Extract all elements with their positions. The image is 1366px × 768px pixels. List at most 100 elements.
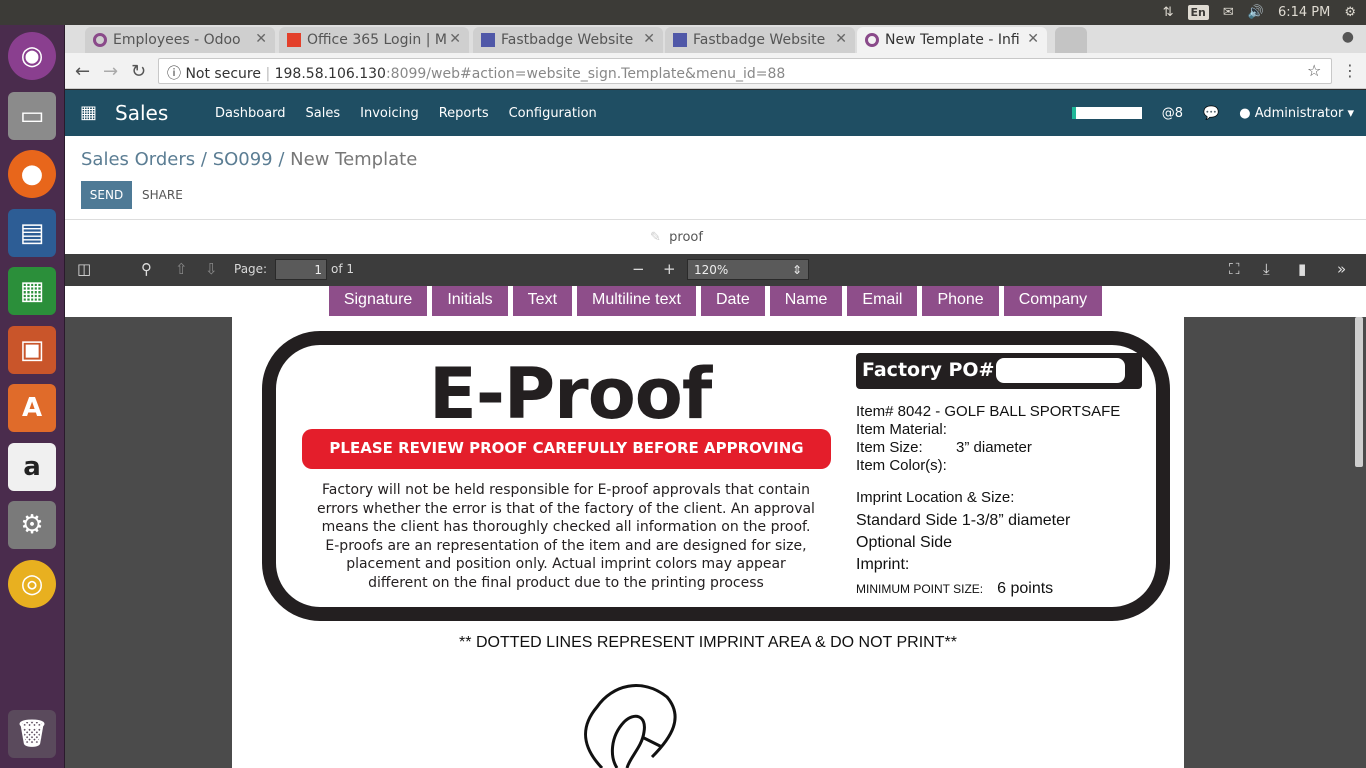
browser-toolbar: ← → ↻ ⓘ Not secure | 198.58.106.130:8099… bbox=[65, 53, 1366, 89]
template-title-bar: ✎ proof bbox=[65, 220, 1366, 254]
browser-tab[interactable]: Office 365 Login | M ✕ bbox=[279, 27, 469, 53]
field-email[interactable]: Email bbox=[847, 286, 918, 316]
optional-side: Optional Side bbox=[856, 534, 953, 551]
page-number-input[interactable]: 1 bbox=[275, 259, 327, 280]
office-favicon-icon bbox=[287, 33, 301, 47]
previous-page-icon[interactable]: ⇧ bbox=[175, 260, 188, 278]
ubuntu-logo-icon[interactable]: ◉ bbox=[8, 32, 56, 80]
forward-icon[interactable]: → bbox=[103, 61, 118, 82]
odoo-favicon-icon bbox=[865, 33, 879, 47]
golf-tee-drawing-icon bbox=[584, 684, 677, 768]
profile-icon[interactable]: ● bbox=[1342, 29, 1354, 45]
pdf-page[interactable]: E-Proof PLEASE REVIEW PROOF CAREFULLY BE… bbox=[232, 317, 1184, 768]
field-type-bar: Signature Initials Text Multiline text D… bbox=[65, 286, 1366, 317]
template-name[interactable]: proof bbox=[669, 230, 703, 245]
teams-favicon-icon bbox=[481, 33, 495, 47]
avatar: ● bbox=[1239, 105, 1251, 121]
menu-dashboard[interactable]: Dashboard bbox=[215, 106, 286, 121]
volume-icon[interactable]: 🔊 bbox=[1248, 5, 1264, 20]
menu-sales[interactable]: Sales bbox=[306, 106, 341, 121]
pdf-scrollbar[interactable] bbox=[1354, 317, 1364, 768]
browser-tab-active[interactable]: New Template - Infi ✕ bbox=[857, 27, 1047, 53]
more-tools-icon[interactable]: » bbox=[1337, 260, 1346, 278]
field-initials[interactable]: Initials bbox=[432, 286, 508, 316]
mentions-counter[interactable]: @8 bbox=[1162, 106, 1183, 121]
imprint-label: Imprint: bbox=[856, 556, 910, 573]
field-date[interactable]: Date bbox=[700, 286, 765, 316]
close-tab-icon[interactable]: ✕ bbox=[1027, 31, 1039, 47]
sidebar-toggle-icon[interactable]: ◫ bbox=[77, 260, 91, 278]
network-icon[interactable]: ⇅ bbox=[1163, 5, 1174, 20]
browser-tab[interactable]: Fastbadge Website ✕ bbox=[473, 27, 663, 53]
app-name[interactable]: Sales bbox=[115, 101, 168, 125]
calc-icon[interactable]: ▦ bbox=[8, 267, 56, 315]
user-menu[interactable]: ● Administrator ▾ bbox=[1239, 106, 1354, 121]
info-icon[interactable]: ⓘ bbox=[167, 66, 181, 82]
settings-icon[interactable]: ⚙ bbox=[8, 501, 56, 549]
menu-reports[interactable]: Reports bbox=[439, 106, 489, 121]
next-page-icon[interactable]: ⇩ bbox=[205, 260, 218, 278]
menu-invoicing[interactable]: Invoicing bbox=[360, 106, 419, 121]
send-button[interactable]: SEND bbox=[81, 181, 132, 209]
field-name[interactable]: Name bbox=[769, 286, 843, 316]
field-company[interactable]: Company bbox=[1003, 286, 1103, 316]
fullscreen-icon[interactable]: ⛶ bbox=[1229, 260, 1240, 278]
item-color: Item Color(s): bbox=[856, 457, 947, 474]
factory-po-field bbox=[996, 358, 1125, 383]
pencil-icon[interactable]: ✎ bbox=[650, 230, 661, 245]
dotted-lines-note: ** DOTTED LINES REPRESENT IMPRINT AREA &… bbox=[459, 634, 957, 651]
field-signature[interactable]: Signature bbox=[328, 286, 428, 316]
language-indicator[interactable]: En bbox=[1187, 5, 1209, 20]
review-banner: PLEASE REVIEW PROOF CAREFULLY BEFORE APP… bbox=[302, 429, 831, 469]
impress-icon[interactable]: ▣ bbox=[8, 326, 56, 374]
field-multiline-text[interactable]: Multiline text bbox=[577, 286, 696, 316]
breadcrumb-sales-orders[interactable]: Sales Orders bbox=[81, 149, 195, 170]
menu-icon[interactable]: ⋮ bbox=[1342, 61, 1358, 80]
url-bar[interactable]: ⓘ Not secure | 198.58.106.130:8099/web#a… bbox=[158, 58, 1332, 84]
security-status: Not secure bbox=[185, 66, 261, 82]
scrollbar-thumb[interactable] bbox=[1355, 317, 1363, 467]
new-tab-button[interactable] bbox=[1055, 27, 1087, 53]
zoom-in-icon[interactable]: + bbox=[663, 260, 676, 278]
item-details: Item# 8042 - GOLF BALL SPORTSAFE Item Ma… bbox=[856, 403, 1120, 598]
chat-icon[interactable]: 💬 bbox=[1203, 106, 1219, 121]
zoom-out-icon[interactable]: − bbox=[632, 260, 645, 278]
bookmark-star-icon[interactable]: ☆ bbox=[1307, 61, 1321, 80]
files-icon[interactable]: ▭ bbox=[8, 92, 56, 140]
breadcrumb-so099[interactable]: SO099 bbox=[213, 149, 273, 170]
imprint-location: Imprint Location & Size: bbox=[856, 489, 1015, 506]
reload-icon[interactable]: ↻ bbox=[131, 61, 146, 82]
firefox-icon[interactable]: ● bbox=[8, 150, 56, 198]
chrome-icon[interactable]: ◎ bbox=[8, 560, 56, 608]
browser-tab[interactable]: Employees - Odoo ✕ bbox=[85, 27, 275, 53]
back-icon[interactable]: ← bbox=[75, 61, 90, 82]
menu-configuration[interactable]: Configuration bbox=[509, 106, 597, 121]
breadcrumb-current: New Template bbox=[290, 149, 418, 170]
software-center-icon[interactable]: A bbox=[8, 384, 56, 432]
disclaimer-text: Factory will not be held responsible for… bbox=[317, 482, 815, 591]
field-text[interactable]: Text bbox=[512, 286, 573, 316]
share-button[interactable]: SHARE bbox=[142, 188, 183, 202]
eproof-heading: E-Proof bbox=[429, 353, 712, 435]
trash-icon[interactable]: 🗑 bbox=[8, 710, 56, 758]
mail-icon[interactable]: ✉ bbox=[1223, 5, 1234, 20]
close-tab-icon[interactable]: ✕ bbox=[643, 31, 655, 47]
apps-grid-icon[interactable]: ▦ bbox=[80, 102, 97, 123]
factory-po-box: Factory PO#: bbox=[856, 353, 1142, 389]
bookmark-icon[interactable]: ▮ bbox=[1298, 260, 1306, 278]
standard-side: Standard Side 1-3/8” diameter bbox=[856, 512, 1071, 529]
close-tab-icon[interactable]: ✕ bbox=[255, 31, 267, 47]
amazon-icon[interactable]: a bbox=[8, 443, 56, 491]
search-icon[interactable]: ⚲ bbox=[141, 260, 152, 278]
system-top-bar: ⇅ En ✉ 🔊 6:14 PM ⚙ bbox=[0, 0, 1366, 25]
close-tab-icon[interactable]: ✕ bbox=[449, 31, 461, 47]
browser-tab[interactable]: Fastbadge Website ✕ bbox=[665, 27, 855, 53]
pdf-viewer[interactable]: E-Proof PLEASE REVIEW PROOF CAREFULLY BE… bbox=[65, 317, 1366, 768]
zoom-select[interactable]: 120% ⇕ bbox=[687, 259, 809, 280]
field-phone[interactable]: Phone bbox=[922, 286, 999, 316]
clock[interactable]: 6:14 PM bbox=[1278, 5, 1330, 20]
power-icon[interactable]: ⚙ bbox=[1344, 5, 1356, 20]
close-tab-icon[interactable]: ✕ bbox=[835, 31, 847, 47]
writer-icon[interactable]: ▤ bbox=[8, 209, 56, 257]
download-icon[interactable]: ⤓ bbox=[1263, 260, 1270, 278]
